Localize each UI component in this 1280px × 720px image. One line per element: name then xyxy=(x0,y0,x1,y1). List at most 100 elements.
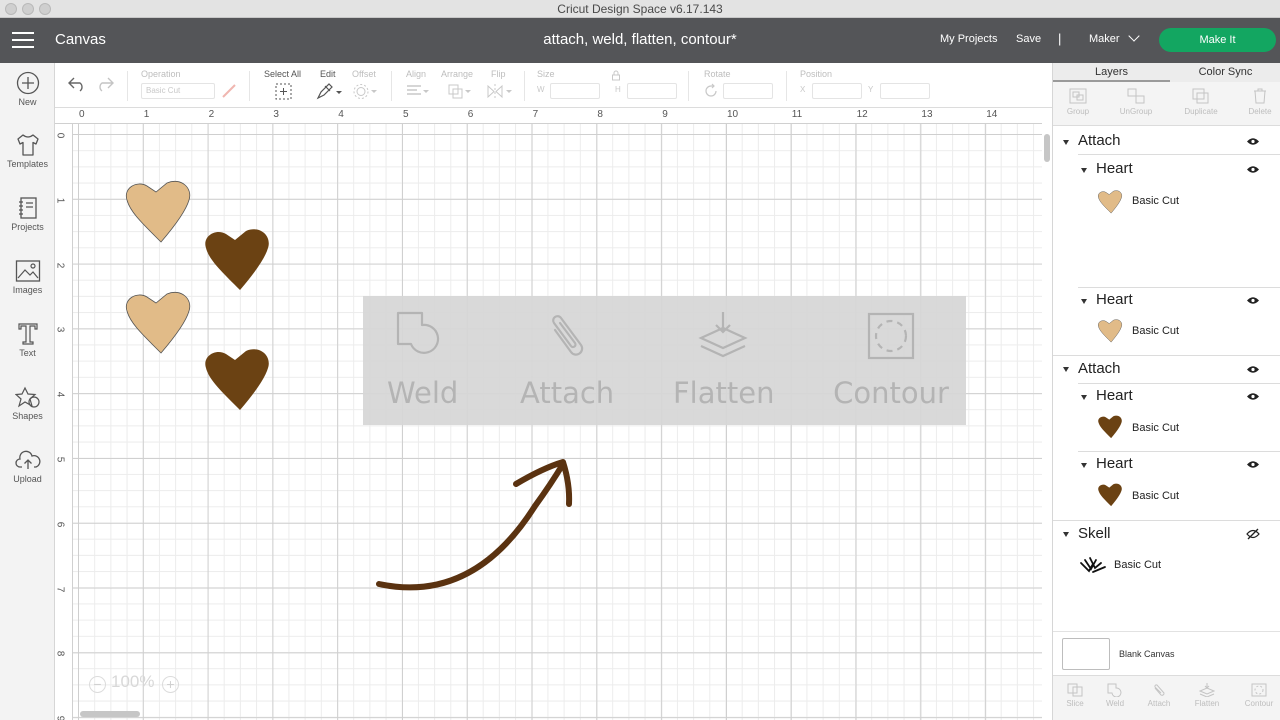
operation-select[interactable]: Basic Cut xyxy=(141,83,215,99)
layer-heart-3-cut[interactable]: Basic Cut xyxy=(1053,411,1280,451)
sidebar-item-templates[interactable]: Templates xyxy=(0,133,55,169)
eye-icon[interactable] xyxy=(1246,137,1260,146)
layer-operation: Basic Cut xyxy=(1114,559,1162,571)
rotate-input[interactable] xyxy=(723,83,773,99)
redo-icon[interactable] xyxy=(95,76,115,92)
delete-button[interactable]: Delete xyxy=(1235,88,1280,116)
panel-bottom-tools: Slice Weld Attach Flatten Contour xyxy=(1053,675,1280,720)
layer-name: Heart xyxy=(1096,387,1133,404)
layer-heart-1[interactable]: Heart xyxy=(1053,154,1280,182)
sidebar-item-upload[interactable]: Upload xyxy=(0,448,55,484)
slice-icon xyxy=(1067,683,1083,697)
sidebar-item-images[interactable]: Images xyxy=(0,259,55,295)
design-canvas[interactable]: Weld Attach Flatten Contour − 100% + xyxy=(73,124,1042,720)
sidebar-item-text[interactable]: Text xyxy=(0,322,55,358)
collapse-triangle-icon[interactable] xyxy=(1063,140,1069,145)
heart-light-2[interactable] xyxy=(123,291,193,355)
align-icon[interactable] xyxy=(405,83,431,100)
left-sidebar: New Templates Projects Images Text Shape… xyxy=(0,63,55,720)
contour-button[interactable]: Contour xyxy=(1237,683,1280,708)
heart-light-1[interactable] xyxy=(123,180,193,244)
window-title: Cricut Design Space v6.17.143 xyxy=(557,2,723,16)
blank-canvas-row[interactable]: Blank Canvas xyxy=(1053,631,1280,677)
offset-icon[interactable] xyxy=(353,83,379,100)
layer-name: Heart xyxy=(1096,160,1133,177)
layer-heart-3[interactable]: Heart xyxy=(1053,383,1280,411)
eye-icon[interactable] xyxy=(1246,165,1260,174)
collapse-triangle-icon[interactable] xyxy=(1081,168,1087,173)
flip-icon[interactable] xyxy=(486,83,514,100)
layer-heart-1-cut[interactable]: Basic Cut xyxy=(1053,182,1280,220)
pen-color-icon[interactable] xyxy=(221,84,237,98)
eye-icon[interactable] xyxy=(1246,296,1260,305)
zoom-out-button[interactable]: − xyxy=(89,676,106,693)
collapse-triangle-icon[interactable] xyxy=(1081,299,1087,304)
arrange-icon[interactable] xyxy=(447,83,473,100)
align-label: Align xyxy=(406,69,427,79)
eye-hidden-icon[interactable] xyxy=(1246,528,1260,540)
make-it-button[interactable]: Make It xyxy=(1159,28,1276,52)
layer-group-attach-2[interactable]: Attach xyxy=(1053,355,1280,383)
ungroup-button[interactable]: UnGroup xyxy=(1111,88,1161,116)
position-label: Position xyxy=(800,69,833,79)
ruler-tick-label: 9 xyxy=(54,715,66,720)
sidebar-item-projects[interactable]: Projects xyxy=(0,196,55,232)
horizontal-scroll-thumb[interactable] xyxy=(80,711,140,717)
group-button[interactable]: Group xyxy=(1053,88,1103,116)
notebook-icon xyxy=(18,197,37,219)
ruler-tick-label: 14 xyxy=(986,109,998,120)
select-all-icon[interactable] xyxy=(275,83,292,100)
layer-heart-4[interactable]: Heart xyxy=(1053,451,1280,479)
tab-color-sync[interactable]: Color Sync xyxy=(1170,66,1280,78)
menu-icon[interactable] xyxy=(12,32,34,48)
height-input[interactable] xyxy=(627,83,677,99)
collapse-triangle-icon[interactable] xyxy=(1063,367,1069,372)
blank-canvas-swatch[interactable] xyxy=(1062,638,1110,670)
layer-heart-2[interactable]: Heart xyxy=(1053,287,1280,315)
blank-canvas-label: Blank Canvas xyxy=(1119,649,1175,659)
layer-heart-4-cut[interactable]: Basic Cut xyxy=(1053,479,1280,519)
section-title: Canvas xyxy=(55,31,106,48)
x-position-input[interactable] xyxy=(812,83,862,99)
layer-heart-2-cut[interactable]: Basic Cut xyxy=(1053,315,1280,355)
sidebar-item-shapes[interactable]: Shapes xyxy=(0,385,55,421)
my-projects-link[interactable]: My Projects xyxy=(940,33,997,45)
y-position-input[interactable] xyxy=(880,83,930,99)
eye-icon[interactable] xyxy=(1246,460,1260,469)
layer-skell[interactable]: Skell xyxy=(1053,520,1280,548)
attach-button[interactable]: Attach xyxy=(1137,683,1181,708)
toolbar-divider xyxy=(127,71,128,101)
header-separator: | xyxy=(1058,31,1062,46)
vertical-scrollbar[interactable] xyxy=(1042,124,1052,720)
layer-skell-cut[interactable]: Basic Cut xyxy=(1053,548,1280,584)
feature-overlay-banner: Weld Attach Flatten Contour xyxy=(363,296,966,425)
undo-icon[interactable] xyxy=(67,76,87,92)
width-input[interactable] xyxy=(550,83,600,99)
ruler-tick-label: 8 xyxy=(597,109,603,120)
collapse-triangle-icon[interactable] xyxy=(1081,463,1087,468)
duplicate-button[interactable]: Duplicate xyxy=(1176,88,1226,116)
collapse-triangle-icon[interactable] xyxy=(1063,532,1069,537)
sidebar-item-new[interactable]: New xyxy=(0,71,55,107)
ruler-tick-label: 2 xyxy=(54,262,66,268)
tab-layers[interactable]: Layers xyxy=(1053,66,1170,78)
slice-button[interactable]: Slice xyxy=(1053,683,1097,708)
chevron-down-icon[interactable] xyxy=(1128,30,1140,42)
layer-group-attach-1[interactable]: Attach xyxy=(1053,126,1280,154)
lock-icon[interactable] xyxy=(611,70,621,81)
edit-tools-icon[interactable] xyxy=(316,83,346,100)
scroll-thumb[interactable] xyxy=(1044,134,1050,162)
zoom-in-button[interactable]: + xyxy=(162,676,179,693)
flatten-icon xyxy=(1199,683,1215,697)
machine-selector[interactable]: Maker xyxy=(1089,33,1120,45)
flatten-button[interactable]: Flatten xyxy=(1185,683,1229,708)
collapse-triangle-icon[interactable] xyxy=(1081,395,1087,400)
heart-dark-1[interactable] xyxy=(202,228,272,292)
ruler-tick-label: 10 xyxy=(727,109,739,120)
heart-dark-2[interactable] xyxy=(202,348,272,412)
eye-icon[interactable] xyxy=(1246,365,1260,374)
eye-icon[interactable] xyxy=(1246,392,1260,401)
weld-button[interactable]: Weld xyxy=(1093,683,1137,708)
tool-label: Contour xyxy=(1244,699,1274,708)
save-button[interactable]: Save xyxy=(1016,33,1041,45)
